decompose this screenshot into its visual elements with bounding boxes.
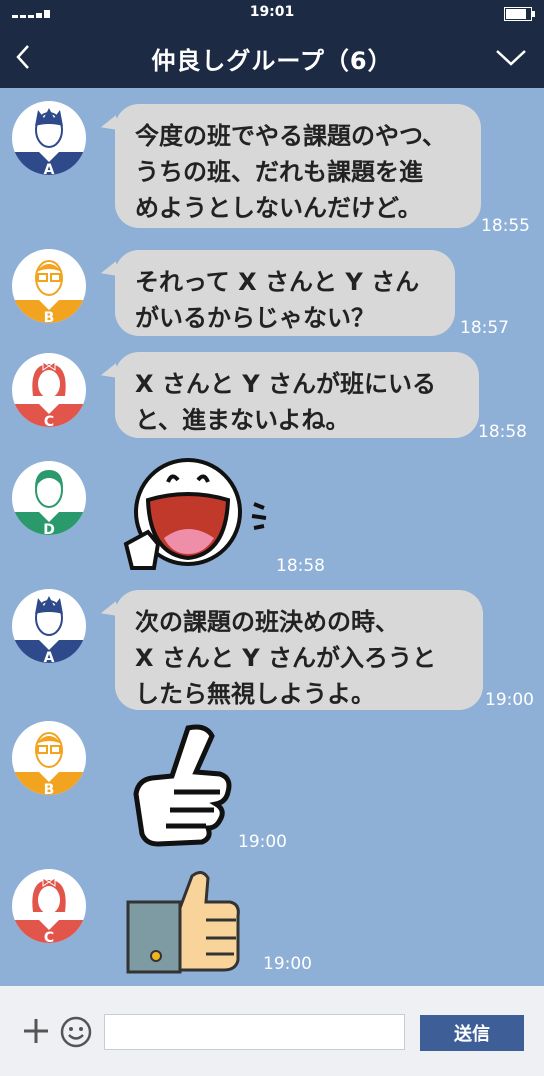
message-row: C 19:00 [0,860,544,980]
message-time: 18:58 [276,556,325,576]
avatar-letter: A [44,650,55,664]
message-row: B 19:00 [0,716,544,856]
message-input[interactable] [104,1014,405,1050]
message-line: めようとしないんだけど。 [135,194,422,222]
message-bubble: 次の課題の班決めの時、 X さんと Y さんが入ろうと したら無視しようよ。 [115,590,483,710]
avatar-a[interactable]: A [11,588,87,664]
message-line: X さんと Y さんが入ろうと [135,644,436,672]
message-bubble: 今度の班でやる課題のやつ、 うちの班、だれも課題を進 めようとしないんだけど。 [115,104,481,228]
message-time: 19:00 [263,954,312,974]
avatar-letter: C [44,414,54,428]
message-line: 次の課題の班決めの時、 [135,608,399,636]
battery-icon [504,7,535,21]
message-line: と、進まないよね。 [135,406,350,434]
avatar-c[interactable]: C [11,352,87,428]
send-button[interactable]: 送信 [420,1015,524,1051]
chat-title: 仲良しグループ（6） [151,47,393,75]
message-time: 18:58 [478,422,527,442]
message-time: 19:00 [238,832,287,852]
message-row: D 18:58 [0,452,544,580]
plus-icon[interactable] [22,1017,50,1045]
message-row: B それって X さんと Y さん がいるからじゃない？ 18:57 [0,240,544,340]
message-line: 今度の班でやる課題のやつ、 [135,122,447,150]
avatar-c[interactable]: C [11,868,87,944]
message-row: A 次の課題の班決めの時、 X さんと Y さんが入ろうと したら無視しようよ。… [0,584,544,712]
message-line: X さんと Y さんが班にいる [135,370,436,398]
status-bar: 19:01 [0,0,544,26]
chat-header: 仲良しグループ（6） [0,26,544,88]
avatar-b[interactable]: B [11,720,87,796]
message-time: 18:57 [460,318,509,338]
avatar-b[interactable]: B [11,248,87,324]
avatar-letter: A [44,162,55,176]
avatar-letter: C [44,930,54,944]
message-line: がいるからじゃない？ [135,304,375,332]
message-time: 19:00 [485,690,534,710]
avatar-d[interactable]: D [11,460,87,536]
thumbs-up-emoji-sticker [126,871,240,974]
message-composer: 送信 [0,986,544,1076]
avatar-letter: B [44,310,55,324]
message-time: 18:55 [481,216,530,236]
message-row: C X さんと Y さんが班にいる と、進まないよね。 18:58 [0,344,544,444]
thumbs-up-sticker [133,724,232,847]
message-line: それって X さんと Y さん [135,268,420,296]
avatar-a[interactable]: A [11,100,87,176]
avatar-letter: B [44,782,55,796]
message-line: うちの班、だれも課題を進 [135,158,423,186]
smiley-icon[interactable] [60,1016,92,1048]
message-row: A 今度の班でやる課題のやつ、 うちの班、だれも課題を進 めようとしないんだけど… [0,96,544,236]
avatar-letter: D [43,522,55,536]
status-time: 19:01 [249,4,295,20]
message-line: したら無視しようよ。 [135,680,375,708]
chevron-down-icon[interactable] [494,44,528,70]
message-bubble: X さんと Y さんが班にいる と、進まないよね。 [115,352,479,438]
message-bubble: それって X さんと Y さん がいるからじゃない？ [115,250,455,336]
laughing-face-sticker [123,458,267,570]
